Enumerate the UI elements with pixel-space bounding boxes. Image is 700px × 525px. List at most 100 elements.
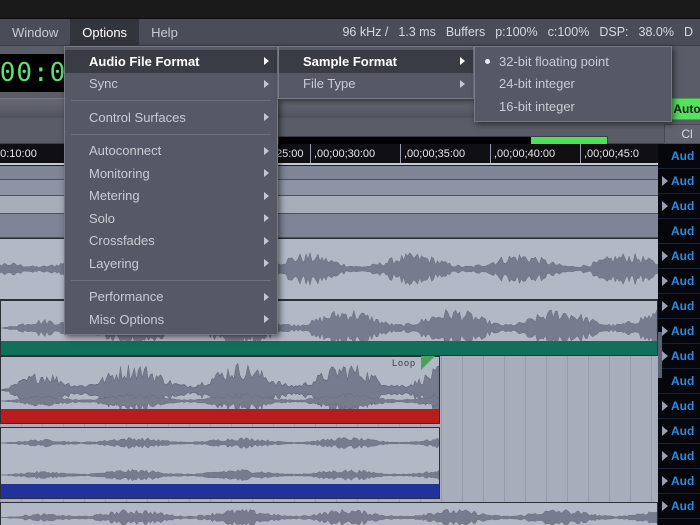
track-list-item[interactable]: Aud bbox=[658, 169, 700, 194]
menu-item-label: Performance bbox=[89, 289, 164, 305]
submenu-arrow-icon bbox=[264, 79, 269, 88]
expand-triangle-icon[interactable] bbox=[658, 294, 671, 318]
menu-separator bbox=[71, 133, 271, 135]
options-menu-item-monitoring[interactable]: Monitoring bbox=[65, 162, 277, 185]
track-list-item[interactable]: Aud bbox=[658, 319, 700, 344]
menu-help[interactable]: Help bbox=[139, 19, 190, 45]
menu-item-label: File Type bbox=[303, 76, 356, 92]
clear-button[interactable]: Cl bbox=[664, 124, 700, 144]
expand-triangle-icon[interactable] bbox=[658, 244, 671, 268]
track-name-label: Aud bbox=[671, 149, 695, 163]
menu-item-label: Solo bbox=[89, 210, 116, 226]
status-segment-1: 1.3 ms bbox=[398, 25, 436, 39]
track-name-label: Aud bbox=[671, 499, 695, 513]
track-name-label: Aud bbox=[671, 474, 695, 488]
status-segment-4: c:100% bbox=[547, 25, 590, 39]
track-list-sidebar[interactable]: Aud Aud Aud Aud Aud Aud Aud Aud Aud Aud Aud Aud Aud A… bbox=[658, 144, 700, 525]
audio-file-format-submenu[interactable]: Sample Format File Type bbox=[278, 46, 474, 99]
track-list-item[interactable]: Aud bbox=[658, 444, 700, 469]
file-format-item-sample-format[interactable]: Sample Format bbox=[279, 50, 473, 73]
status-segment-5: DSP: bbox=[599, 25, 629, 39]
options-menu-item-crossfades[interactable]: Crossfades bbox=[65, 230, 277, 253]
sample-format-item-16-bit-integer[interactable]: 16-bit integer bbox=[475, 95, 671, 118]
track-list-item[interactable]: Aud bbox=[658, 394, 700, 419]
options-menu-item-metering[interactable]: Metering bbox=[65, 185, 277, 208]
region-color-bar bbox=[1, 409, 439, 423]
menu-item-label: Layering bbox=[89, 255, 139, 271]
track-list-item[interactable]: Aud bbox=[658, 469, 700, 494]
options-menu-item-audio-file-format[interactable]: Audio File Format bbox=[65, 50, 277, 73]
loop-marker-triangle-icon bbox=[421, 356, 436, 370]
sample-format-item-32-bit-floating-point[interactable]: 32-bit floating point bbox=[475, 50, 671, 73]
status-bar: 96 kHz / 1.3 ms Buffers p:100% c:100% DSP: 38.… bbox=[337, 19, 700, 45]
loop-marker-label: Loop bbox=[392, 358, 417, 368]
track-list-item[interactable]: Aud bbox=[658, 344, 700, 369]
menu-separator bbox=[71, 100, 271, 101]
radio-unselected-icon bbox=[485, 104, 490, 109]
submenu-arrow-icon bbox=[264, 169, 269, 178]
expand-triangle-icon[interactable] bbox=[658, 519, 671, 525]
sidebar-scrollbar[interactable] bbox=[658, 332, 662, 378]
options-menu-item-misc-options[interactable]: Misc Options bbox=[65, 308, 277, 331]
expand-triangle-icon[interactable] bbox=[658, 494, 671, 518]
expand-triangle-icon[interactable] bbox=[658, 269, 671, 293]
track-name-label: Aud bbox=[671, 349, 695, 363]
expand-triangle-icon[interactable] bbox=[658, 419, 671, 443]
region-color-bar bbox=[1, 341, 657, 355]
track-list-item[interactable]: Aud bbox=[658, 219, 700, 244]
options-menu-item-solo[interactable]: Solo bbox=[65, 207, 277, 230]
track-name-label: Aud bbox=[671, 274, 695, 288]
track-name-label: Aud bbox=[671, 249, 695, 263]
sample-format-item-24-bit-integer[interactable]: 24-bit integer bbox=[475, 73, 671, 96]
menu-item-label: Autoconnect bbox=[89, 143, 162, 159]
menu-bar: Window Options Help 96 kHz / 1.3 ms Buffers p… bbox=[0, 19, 700, 46]
audio-region[interactable] bbox=[0, 502, 658, 525]
track-list-item[interactable]: Aud bbox=[658, 144, 700, 169]
submenu-arrow-icon bbox=[460, 57, 465, 66]
expand-triangle-icon[interactable] bbox=[658, 394, 671, 418]
status-segment-0: 96 kHz / bbox=[342, 25, 389, 39]
expand-triangle-icon[interactable] bbox=[658, 444, 671, 468]
options-menu-item-autoconnect[interactable]: Autoconnect bbox=[65, 140, 277, 163]
audio-region[interactable] bbox=[0, 427, 440, 499]
track-list-item[interactable]: Aud bbox=[658, 194, 700, 219]
audio-region[interactable] bbox=[0, 356, 440, 424]
menu-item-label: Metering bbox=[89, 188, 140, 204]
menu-item-label: Audio File Format bbox=[89, 53, 200, 69]
status-segment-6: 38.0% bbox=[638, 25, 674, 39]
menu-bar-items: Window Options Help bbox=[0, 19, 190, 45]
track-name-label: Aud bbox=[671, 299, 695, 313]
track-name-label: Aud bbox=[671, 449, 695, 463]
submenu-arrow-icon bbox=[264, 146, 269, 155]
track-list-item[interactable]: Aud bbox=[658, 269, 700, 294]
options-menu-item-layering[interactable]: Layering bbox=[65, 252, 277, 275]
menu-item-label: Monitoring bbox=[89, 165, 150, 181]
file-format-item-file-type[interactable]: File Type bbox=[279, 73, 473, 96]
options-menu-item-performance[interactable]: Performance bbox=[65, 286, 277, 309]
expand-placeholder-icon bbox=[658, 144, 671, 168]
sample-format-submenu[interactable]: 32-bit floating point 24-bit integer 16-bi… bbox=[474, 46, 672, 122]
submenu-arrow-icon bbox=[264, 292, 269, 301]
submenu-arrow-icon bbox=[264, 214, 269, 223]
track-name-label: Aud bbox=[671, 399, 695, 413]
menu-item-label: Sync bbox=[89, 76, 118, 92]
expand-triangle-icon[interactable] bbox=[658, 169, 671, 193]
submenu-arrow-icon bbox=[264, 315, 269, 324]
track-list-item[interactable]: Aud bbox=[658, 419, 700, 444]
options-menu-item-control-surfaces[interactable]: Control Surfaces bbox=[65, 106, 277, 129]
expand-placeholder-icon bbox=[658, 219, 671, 243]
track-list-item[interactable]: Aud bbox=[658, 369, 700, 394]
expand-triangle-icon[interactable] bbox=[658, 469, 671, 493]
options-menu[interactable]: Audio File Format Sync Control Surfaces Aut… bbox=[64, 46, 278, 335]
track-list-item[interactable]: Aud bbox=[658, 244, 700, 269]
region-color-bar bbox=[1, 484, 439, 498]
submenu-arrow-icon bbox=[460, 79, 465, 88]
track-list-item[interactable]: Aud bbox=[658, 519, 700, 525]
loop-marker[interactable]: Loop bbox=[392, 356, 436, 370]
menu-options[interactable]: Options bbox=[70, 19, 140, 45]
options-menu-item-sync[interactable]: Sync bbox=[65, 73, 277, 96]
track-list-item[interactable]: Aud bbox=[658, 294, 700, 319]
track-list-item[interactable]: Aud bbox=[658, 494, 700, 519]
menu-window[interactable]: Window bbox=[0, 19, 70, 45]
expand-triangle-icon[interactable] bbox=[658, 194, 671, 218]
